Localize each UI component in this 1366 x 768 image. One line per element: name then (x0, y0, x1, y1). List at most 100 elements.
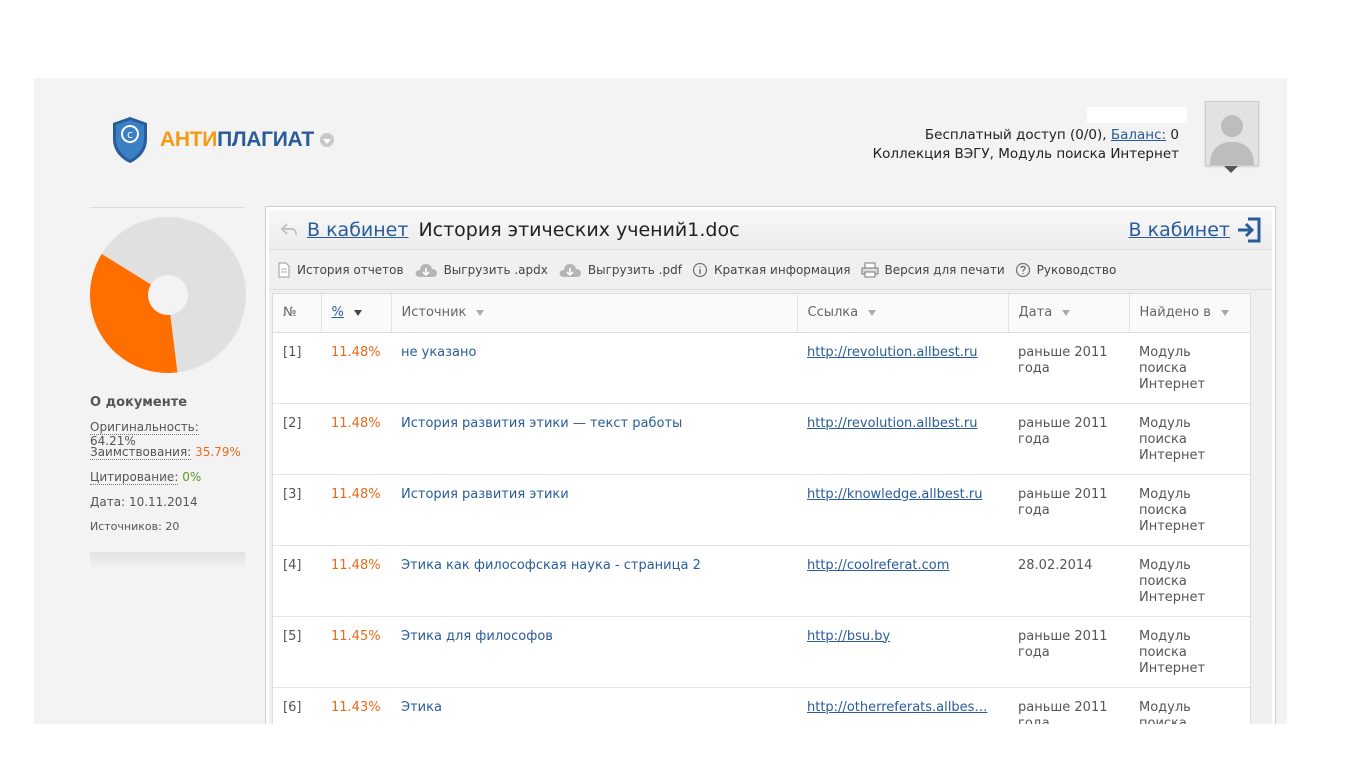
table-header-row: № % Источник Ссылка Дата Найдено в (273, 294, 1250, 333)
row-num: [2] (273, 403, 321, 475)
sidebar: О документе Оригинальность: 64.21% Заимс… (90, 207, 246, 570)
borrowing-stat: Заимствования: 35.79% (90, 445, 241, 460)
row-source[interactable]: не указано (391, 332, 797, 404)
balance-link[interactable]: Баланс: (1111, 127, 1166, 143)
table-row[interactable]: [6] 11.43% Этика http://otherreferats.al… (273, 687, 1250, 724)
col-header-date-label: Дата (1018, 305, 1053, 321)
row-found: Модуль поиска Интернет (1129, 616, 1250, 688)
originality-label[interactable]: Оригинальность: (90, 420, 199, 435)
row-source[interactable]: Этика для философов (391, 616, 797, 688)
row-num: [4] (273, 545, 321, 617)
col-header-source-label: Источник (401, 305, 467, 321)
citation-value: 0% (182, 470, 202, 484)
avatar[interactable] (1205, 101, 1259, 166)
back-arrow-icon[interactable] (279, 220, 299, 240)
table-row[interactable]: [1] 11.48% не указано http://revolution.… (273, 332, 1250, 404)
col-header-pct-label[interactable]: % (332, 305, 344, 320)
logo[interactable]: c АНТИПЛАГИАТ (110, 114, 334, 166)
row-link[interactable]: http://revolution.allbest.ru (807, 345, 998, 361)
row-pct: 11.45% (321, 616, 391, 688)
col-header-link-label: Ссылка (807, 305, 859, 321)
row-found: Модуль поиска Интернет (1129, 403, 1250, 475)
hidden-username (1087, 107, 1187, 123)
collection-line: Коллекция ВЭГУ, Модуль поиска Интернет (872, 146, 1179, 162)
table-row[interactable]: [5] 11.45% Этика для философов http://bs… (273, 616, 1250, 688)
sort-arrow-icon[interactable] (1220, 309, 1229, 316)
row-link[interactable]: http://otherreferats.allbes… (807, 700, 998, 716)
row-source[interactable]: История развития этики — текст работы (391, 403, 797, 475)
col-header-found[interactable]: Найдено в (1129, 294, 1250, 333)
report-toolbar: История отчетов Выгрузить .apdx Выгрузит… (269, 250, 1272, 290)
col-header-link[interactable]: Ссылка (797, 294, 1009, 333)
row-link[interactable]: http://knowledge.allbest.ru (807, 487, 998, 503)
export-pdf-label: Выгрузить .pdf (587, 262, 682, 277)
cabinet-link-right-label[interactable]: В кабинет (1129, 219, 1230, 241)
svg-text:c: c (127, 128, 133, 141)
col-header-num: № (273, 294, 322, 333)
col-header-date[interactable]: Дата (1008, 294, 1130, 333)
guide-tool[interactable]: Руководство (1015, 262, 1116, 278)
user-silhouette-icon (1206, 102, 1258, 165)
row-found: Модуль поиска Интернет (1129, 474, 1250, 546)
citation-stat: Цитирование: 0% (90, 470, 202, 485)
print-tool[interactable]: Версия для печати (861, 262, 1005, 278)
sidebar-bottom-shade (90, 552, 245, 570)
shield-logo-icon: c (113, 117, 147, 163)
sources-table: № % Источник Ссылка Дата Найдено в [1] 1… (273, 294, 1250, 724)
borrowing-label[interactable]: Заимствования: (90, 445, 192, 460)
document-icon (278, 262, 290, 277)
sidebar-divider (90, 207, 245, 208)
table-row[interactable]: [3] 11.48% История развития этики http:/… (273, 474, 1250, 546)
brief-info-label: Краткая информация (713, 262, 851, 277)
row-pct: 11.48% (321, 545, 391, 617)
table-row[interactable]: [2] 11.48% История развития этики — текс… (273, 403, 1250, 475)
row-found: Модуль поиска Интернет (1129, 545, 1250, 617)
cabinet-link-right[interactable]: В кабинет (1129, 216, 1262, 244)
sort-arrow-icon[interactable] (353, 309, 362, 316)
cabinet-link[interactable]: В кабинет (307, 219, 408, 241)
row-link-cell: http://revolution.allbest.ru (797, 403, 1008, 475)
citation-label[interactable]: Цитирование: (90, 470, 179, 485)
export-apdx-tool[interactable]: Выгрузить .apdx (414, 262, 548, 278)
export-apdx-label: Выгрузить .apdx (443, 262, 548, 277)
report-title-row: В кабинет История этических учений1.doc … (269, 210, 1272, 250)
export-pdf-tool[interactable]: Выгрузить .pdf (558, 262, 682, 278)
about-document-title: О документе (90, 395, 188, 410)
row-link-cell: http://otherreferats.allbes… (797, 687, 1008, 724)
row-source[interactable]: Этика (391, 687, 797, 724)
help-icon (1015, 262, 1030, 277)
logo-text-part1: АНТИ (160, 128, 218, 151)
col-header-source[interactable]: Источник (391, 294, 798, 333)
date-value: 10.11.2014 (128, 495, 198, 509)
cloud-download-icon (559, 263, 581, 277)
borrowing-value: 35.79% (195, 445, 241, 459)
row-link[interactable]: http://revolution.allbest.ru (807, 416, 998, 432)
logo-dropdown-icon[interactable] (319, 133, 334, 147)
logo-text: АНТИПЛАГИАТ (160, 128, 314, 152)
sort-arrow-icon[interactable] (476, 309, 485, 316)
col-header-pct[interactable]: % (321, 294, 392, 333)
row-num: [3] (273, 474, 321, 546)
brief-info-tool[interactable]: Краткая информация (692, 262, 851, 278)
row-pct: 11.48% (321, 474, 391, 546)
col-header-num-label: № (283, 305, 297, 321)
row-link[interactable]: http://coolreferat.com (807, 558, 998, 574)
history-tool[interactable]: История отчетов (277, 262, 404, 278)
avatar-dropdown-icon[interactable] (1224, 166, 1238, 173)
sort-arrow-icon[interactable] (1062, 309, 1071, 316)
originality-stat: Оригинальность: 64.21% (90, 420, 245, 448)
page-frame: c АНТИПЛАГИАТ Бесплатный доступ (0/0), Б… (34, 78, 1287, 724)
access-text: Бесплатный доступ (0/0), (924, 127, 1111, 143)
row-link[interactable]: http://bsu.by (807, 629, 998, 645)
originality-pie-chart (90, 217, 246, 373)
row-date: раньше 2011 года (1008, 403, 1129, 475)
row-source[interactable]: История развития этики (391, 474, 797, 546)
row-pct: 11.48% (321, 332, 391, 404)
enter-cabinet-icon[interactable] (1236, 216, 1262, 244)
row-link-cell: http://coolreferat.com (797, 545, 1008, 617)
report-panel: В кабинет История этических учений1.doc … (265, 206, 1276, 724)
sort-arrow-icon[interactable] (868, 309, 877, 316)
table-row[interactable]: [4] 11.48% Этика как философская наука -… (273, 545, 1250, 617)
row-date: раньше 2011 года (1008, 332, 1129, 404)
row-source[interactable]: Этика как философская наука - страница 2 (391, 545, 797, 617)
